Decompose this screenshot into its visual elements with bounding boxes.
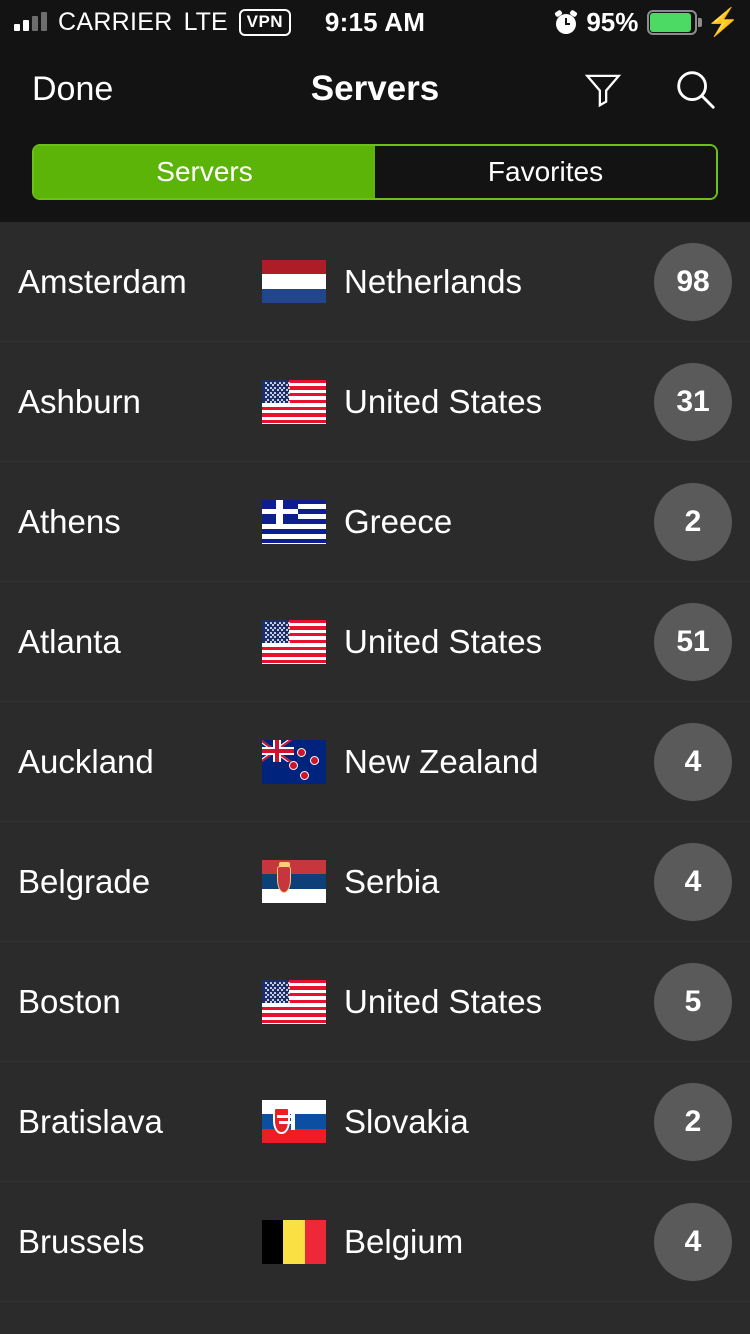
server-count-badge: 98 bbox=[654, 243, 732, 321]
flag-united-states-icon bbox=[262, 979, 326, 1024]
battery-icon bbox=[647, 9, 703, 35]
vpn-status-badge: VPN bbox=[238, 8, 292, 36]
flag-serbia-icon bbox=[262, 859, 326, 904]
server-row[interactable]: Ashburn United States 31 bbox=[0, 342, 750, 462]
server-count-badge: 2 bbox=[654, 1083, 732, 1161]
server-count-badge: 51 bbox=[654, 603, 732, 681]
server-country-label: Serbia bbox=[344, 862, 440, 900]
server-country-label: United States bbox=[344, 382, 543, 420]
server-row-partial[interactable] bbox=[0, 1302, 750, 1334]
server-list[interactable]: Amsterdam Netherlands 98 Ashburn United Stat… bbox=[0, 222, 750, 1334]
status-bar-left: CARRIER LTE VPN bbox=[0, 7, 292, 37]
done-button[interactable]: Done bbox=[0, 70, 113, 109]
server-country-label: Greece bbox=[344, 502, 453, 540]
server-count-badge: 4 bbox=[654, 843, 732, 921]
tab-favorites[interactable]: Favorites bbox=[375, 146, 716, 198]
server-row[interactable]: Atlanta United States 51 bbox=[0, 582, 750, 702]
server-country-label: United States bbox=[344, 622, 543, 660]
server-count-badge: 4 bbox=[654, 723, 732, 801]
server-count-badge: 4 bbox=[654, 1203, 732, 1281]
filter-funnel-icon[interactable] bbox=[582, 68, 624, 110]
search-magnifier-icon[interactable] bbox=[672, 66, 718, 112]
server-country-label: United States bbox=[344, 982, 543, 1020]
flag-belgium-icon bbox=[262, 1219, 326, 1264]
server-city-label: Ashburn bbox=[18, 382, 141, 420]
server-city-label: Bratislava bbox=[18, 1102, 163, 1140]
server-count-badge: 2 bbox=[654, 483, 732, 561]
battery-percent-label: 95% bbox=[586, 6, 639, 37]
flag-netherlands-icon bbox=[262, 259, 326, 304]
carrier-label: CARRIER bbox=[58, 7, 173, 36]
alarm-clock-icon bbox=[554, 9, 579, 34]
server-city-label: Atlanta bbox=[18, 622, 121, 660]
signal-bars-icon bbox=[14, 12, 47, 31]
server-country-label: Slovakia bbox=[344, 1102, 469, 1140]
server-city-label: Boston bbox=[18, 982, 121, 1020]
status-bar: CARRIER LTE VPN 9:15 AM 95% ⚡ bbox=[0, 0, 750, 44]
navigation-actions bbox=[582, 66, 750, 112]
server-row[interactable]: Athens Greece 2 bbox=[0, 462, 750, 582]
server-city-label: Amsterdam bbox=[18, 262, 187, 300]
lightning-bolt-icon: ⚡ bbox=[706, 6, 740, 37]
flag-new-zealand-icon bbox=[262, 739, 326, 784]
server-row[interactable]: Auckland New Zealand 4 bbox=[0, 702, 750, 822]
server-country-label: Netherlands bbox=[344, 262, 522, 300]
server-row[interactable]: Boston United States 5 bbox=[0, 942, 750, 1062]
status-bar-right: 95% ⚡ bbox=[554, 6, 750, 38]
server-country-label: New Zealand bbox=[344, 742, 539, 780]
flag-slovakia-icon bbox=[262, 1099, 326, 1144]
flag-greece-icon bbox=[262, 499, 326, 544]
network-type-label: LTE bbox=[183, 7, 228, 36]
flag-united-states-icon bbox=[262, 379, 326, 424]
server-row[interactable]: Bratislava Slovakia 2 bbox=[0, 1062, 750, 1182]
server-city-label: Auckland bbox=[18, 742, 154, 780]
server-city-label: Brussels bbox=[18, 1222, 145, 1260]
segmented-control-container: Servers Favorites bbox=[0, 134, 750, 222]
server-row[interactable]: Brussels Belgium 4 bbox=[0, 1182, 750, 1302]
flag-united-states-icon bbox=[262, 619, 326, 664]
tab-servers[interactable]: Servers bbox=[34, 146, 375, 198]
server-city-label: Athens bbox=[18, 502, 121, 540]
server-city-label: Belgrade bbox=[18, 862, 151, 900]
server-country-label: Belgium bbox=[344, 1222, 464, 1260]
segmented-control[interactable]: Servers Favorites bbox=[32, 144, 718, 200]
server-count-badge: 5 bbox=[654, 963, 732, 1041]
navigation-bar: Done Servers bbox=[0, 44, 750, 134]
server-row[interactable]: Amsterdam Netherlands 98 bbox=[0, 222, 750, 342]
server-count-badge: 31 bbox=[654, 363, 732, 441]
server-row[interactable]: Belgrade Serbia 4 bbox=[0, 822, 750, 942]
